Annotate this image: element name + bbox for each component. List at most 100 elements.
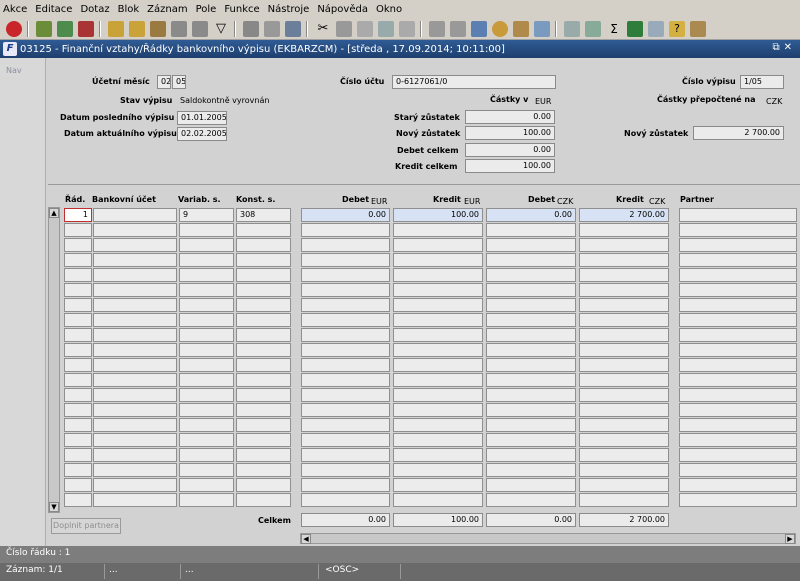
table-cell-rad[interactable]: [64, 298, 92, 312]
save-icon[interactable]: [57, 21, 73, 37]
table-cell-partner[interactable]: [679, 478, 797, 492]
table-cell-kredit2[interactable]: [579, 448, 669, 462]
table-cell-konst[interactable]: [236, 313, 291, 327]
table-cell-var[interactable]: [179, 253, 234, 267]
vertical-scrollbar[interactable]: ▲ ▼: [48, 207, 60, 513]
scroll-left-icon[interactable]: ◀: [301, 534, 311, 544]
table-cell-debet[interactable]: [301, 478, 390, 492]
table-cell-konst[interactable]: [236, 448, 291, 462]
table-cell-rad[interactable]: [64, 493, 92, 507]
table-cell-debet2[interactable]: [486, 388, 576, 402]
table-cell-ucet[interactable]: [93, 448, 177, 462]
table-cell-ucet[interactable]: [93, 208, 177, 222]
table-cell-debet[interactable]: [301, 283, 390, 297]
table-cell-kredit[interactable]: [393, 238, 483, 252]
copy-icon[interactable]: [336, 21, 352, 37]
table-cell-debet2[interactable]: [486, 283, 576, 297]
table-cell-kredit[interactable]: [393, 418, 483, 432]
excel-icon[interactable]: [627, 21, 643, 37]
tool-icon[interactable]: [378, 21, 394, 37]
table-cell-kredit2[interactable]: [579, 478, 669, 492]
table-cell-var[interactable]: [179, 463, 234, 477]
mail-icon[interactable]: [285, 21, 301, 37]
table-cell-konst[interactable]: [236, 403, 291, 417]
table-cell-kredit2[interactable]: [579, 313, 669, 327]
page-icon[interactable]: [450, 21, 466, 37]
table-cell-partner[interactable]: [679, 268, 797, 282]
datum-aktualniho-field[interactable]: 02.02.2005: [177, 127, 227, 141]
table-cell-var[interactable]: [179, 268, 234, 282]
table-cell-konst[interactable]: [236, 373, 291, 387]
enter-query-icon[interactable]: [108, 21, 124, 37]
table-cell-var[interactable]: [179, 298, 234, 312]
sum-icon[interactable]: Σ: [606, 21, 622, 37]
table-cell-var[interactable]: [179, 418, 234, 432]
menu-pole[interactable]: Pole: [196, 4, 217, 15]
menu-editace[interactable]: Editace: [35, 4, 72, 15]
table-cell-rad[interactable]: [64, 388, 92, 402]
table-cell-debet[interactable]: [301, 433, 390, 447]
table-cell-var[interactable]: [179, 283, 234, 297]
table-cell-debet[interactable]: [301, 328, 390, 342]
table-cell-ucet[interactable]: [93, 493, 177, 507]
table-cell-kredit[interactable]: [393, 478, 483, 492]
table-cell-debet[interactable]: [301, 223, 390, 237]
table-cell-debet2[interactable]: [486, 463, 576, 477]
table-cell-var[interactable]: [179, 493, 234, 507]
table-cell-konst[interactable]: [236, 478, 291, 492]
table-cell-kredit[interactable]: [393, 403, 483, 417]
table-cell-konst[interactable]: [236, 358, 291, 372]
table-cell-kredit[interactable]: [393, 328, 483, 342]
table-cell-rad[interactable]: [64, 448, 92, 462]
table-cell-rad[interactable]: [64, 268, 92, 282]
table-cell-var[interactable]: [179, 238, 234, 252]
table-cell-var[interactable]: [179, 313, 234, 327]
ucetni-mesic-field-1[interactable]: 02: [157, 75, 171, 89]
table-cell-kredit[interactable]: [393, 493, 483, 507]
table-cell-konst[interactable]: [236, 463, 291, 477]
cut-icon[interactable]: ✂: [315, 21, 331, 37]
print-icon[interactable]: [243, 21, 259, 37]
table-cell-partner[interactable]: [679, 418, 797, 432]
table-cell-debet2[interactable]: [486, 313, 576, 327]
table-cell-rad[interactable]: [64, 238, 92, 252]
table-cell-debet2[interactable]: [486, 223, 576, 237]
table-cell-rad[interactable]: [64, 358, 92, 372]
table-cell-kredit2[interactable]: [579, 253, 669, 267]
table-cell-konst[interactable]: [236, 268, 291, 282]
table-cell-kredit2[interactable]: [579, 433, 669, 447]
table-cell-konst[interactable]: [236, 328, 291, 342]
filter-icon[interactable]: ▽: [213, 21, 229, 37]
table-cell-kredit[interactable]: [393, 253, 483, 267]
table-cell-kredit2[interactable]: [579, 343, 669, 357]
settings-icon[interactable]: [492, 21, 508, 37]
table-cell-debet2[interactable]: [486, 328, 576, 342]
table-cell-debet2[interactable]: [486, 238, 576, 252]
execute-query-icon[interactable]: [129, 21, 145, 37]
table-cell-partner[interactable]: [679, 298, 797, 312]
help-icon[interactable]: ?: [669, 21, 685, 37]
table-cell-var[interactable]: [179, 403, 234, 417]
table-cell-kredit2[interactable]: [579, 358, 669, 372]
table-cell-kredit2[interactable]: [579, 328, 669, 342]
ucetni-mesic-field-2[interactable]: 05: [172, 75, 186, 89]
table-cell-kredit2[interactable]: [579, 373, 669, 387]
table-cell-partner[interactable]: [679, 373, 797, 387]
table-cell-var[interactable]: [179, 388, 234, 402]
table-cell-konst[interactable]: [236, 418, 291, 432]
table-cell-var[interactable]: [179, 328, 234, 342]
table-cell-ucet[interactable]: [93, 478, 177, 492]
table-cell-debet2[interactable]: [486, 268, 576, 282]
scroll-right-icon[interactable]: ▶: [785, 534, 795, 544]
menu-napoveda[interactable]: Nápověda: [317, 4, 368, 15]
table-cell-ucet[interactable]: [93, 253, 177, 267]
table-cell-debet2[interactable]: [486, 433, 576, 447]
chart-icon[interactable]: [564, 21, 580, 37]
search-icon[interactable]: [171, 21, 187, 37]
table-cell-debet[interactable]: [301, 418, 390, 432]
table-cell-partner[interactable]: [679, 343, 797, 357]
table-cell-ucet[interactable]: [93, 298, 177, 312]
new-record-icon[interactable]: [36, 21, 52, 37]
table-cell-kredit2[interactable]: [579, 463, 669, 477]
menu-dotaz[interactable]: Dotaz: [80, 4, 109, 15]
